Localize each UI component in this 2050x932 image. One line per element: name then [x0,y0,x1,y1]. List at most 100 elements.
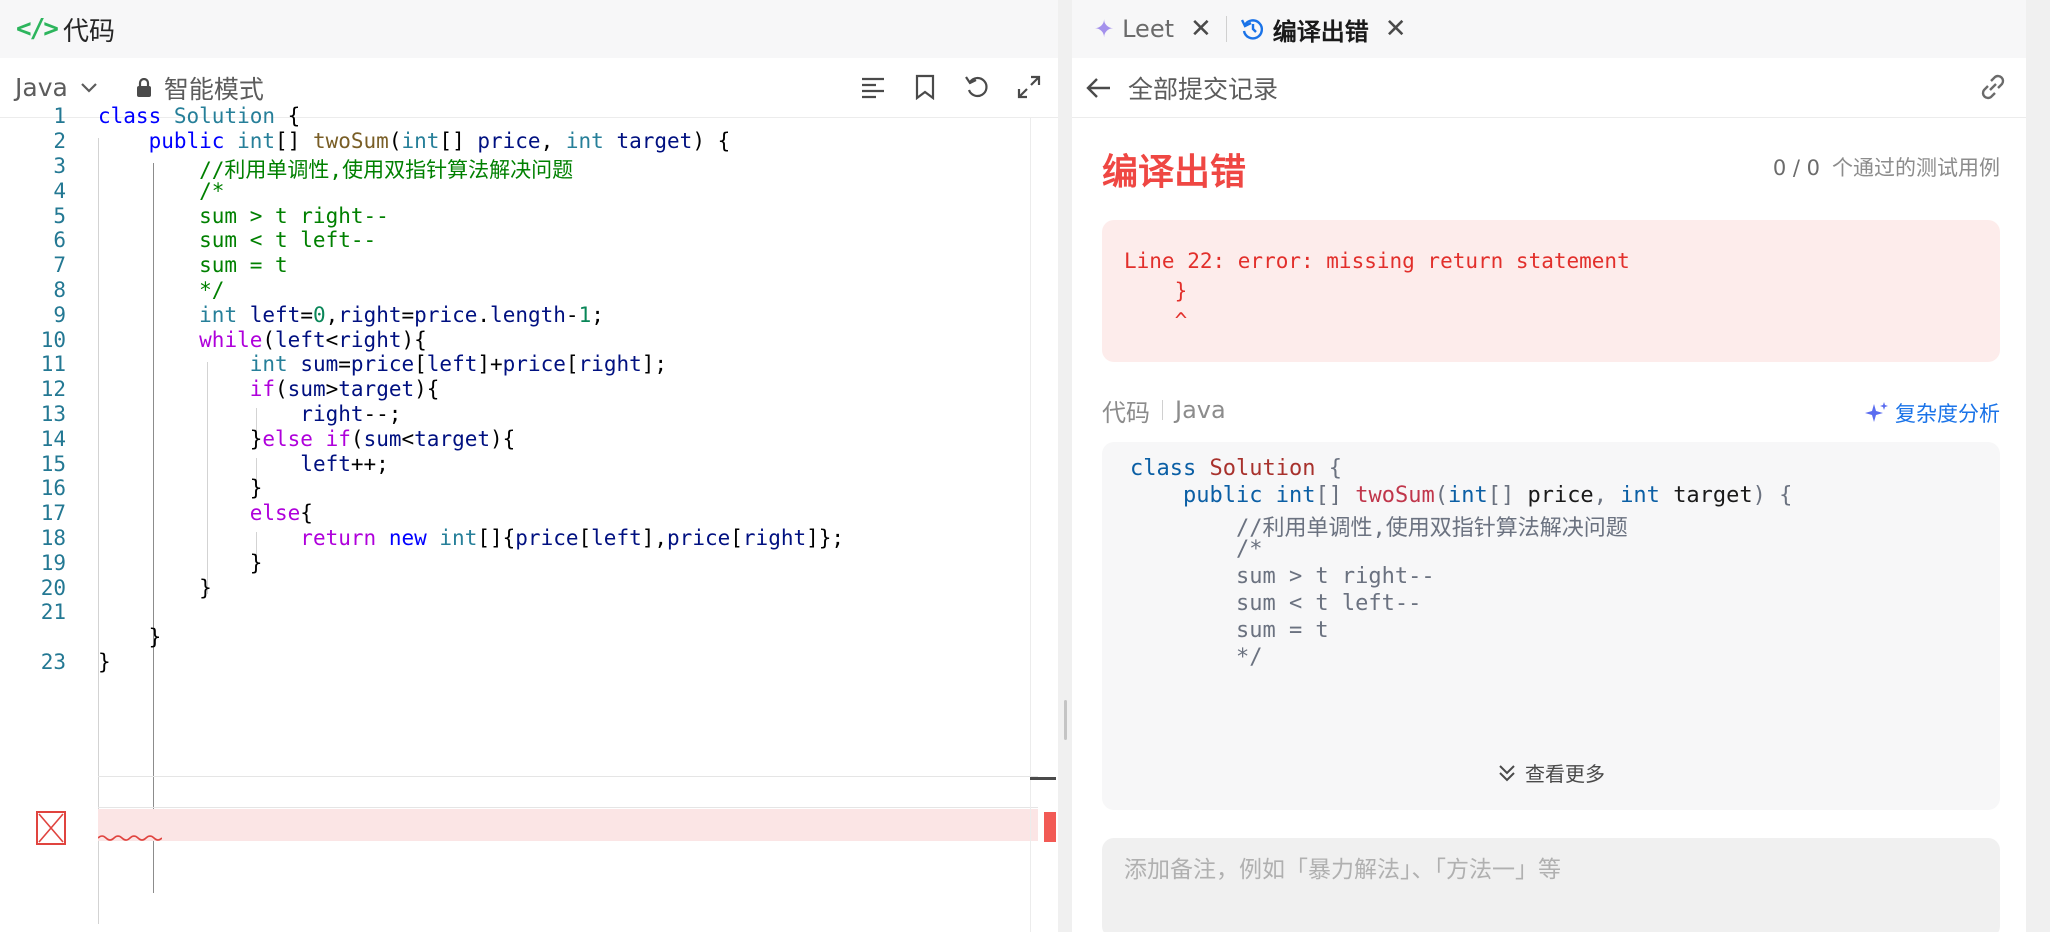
current-line-highlight [98,776,1038,808]
close-icon[interactable]: ✕ [1190,14,1212,44]
tab-bar: ✦ Leet ✕ 编译出错 ✕ [1072,0,2026,58]
tab-leet[interactable]: ✦ Leet ✕ [1094,14,1212,44]
code-line: }else if(sum<target){ [98,427,516,451]
undo-icon [965,76,988,98]
code-line: } [98,476,263,500]
tab-compile-error[interactable]: 编译出错 ✕ [1240,12,1407,47]
smart-mode-label: 智能模式 [163,74,264,104]
code-panel-title: 代码 [62,16,115,47]
format-button[interactable] [858,72,888,102]
line-number: 6 [53,228,66,252]
complexity-analysis-button[interactable]: 复杂度分析 [1865,398,2000,428]
submission-status: 编译出错 [1102,152,1247,193]
line-number: 7 [53,253,66,277]
code-line: sum = t [98,253,288,277]
code-panel: </> 代码 Java 智能模式 1 2 3 4 5 6 7 8 9 10 11… [0,0,1058,932]
code-line: return new int[]{price[left],price[right… [300,526,845,550]
preview-code-line: public int[] twoSum(int[] price, int tar… [1182,483,1793,508]
history-icon [1240,19,1263,40]
code-preview: class Solution { public int[] twoSum(int… [1102,442,2000,810]
sparkle-icon [1865,402,1888,422]
language-label: Java [15,73,68,102]
line-number: 16 [40,476,66,500]
show-more-label: 查看更多 [1525,762,1605,786]
right-gutter [2026,0,2050,932]
code-label: 代码 [1102,398,1150,427]
code-line: /* [98,179,225,203]
fullscreen-button[interactable] [1014,72,1044,102]
line-number: 10 [40,328,66,352]
line-number: 14 [40,427,66,451]
code-line: sum > t right-- [98,204,389,228]
chevrons-down-icon [1499,764,1515,781]
code-line: sum < t left-- [98,228,377,252]
line-number: 18 [40,526,66,550]
code-line: } [98,551,263,575]
code-language-label: Java [1175,396,1226,424]
divider [1162,400,1163,420]
reset-button[interactable] [962,72,992,102]
code-editor[interactable]: 1 2 3 4 5 6 7 8 9 10 11 12 13 14 15 16 1… [0,104,1038,932]
error-message: Line 22: error: missing return statement… [1124,249,1630,333]
line-number: 15 [40,452,66,476]
line-number: 12 [40,377,66,401]
line-number: 9 [53,303,66,327]
complexity-analysis-label: 复杂度分析 [1895,402,2000,426]
test-count-label: 个通过的测试用例 [1832,156,2000,180]
tab-label: Leet [1122,15,1174,43]
note-input[interactable] [1124,856,1978,883]
code-panel-header: </> 代码 [0,0,1058,58]
expand-icon [1017,75,1041,99]
language-select[interactable]: Java [15,73,98,102]
code-line: else{ [249,501,313,525]
line-number: 19 [40,551,66,575]
line-number: 21 [40,600,66,624]
show-more-button[interactable]: 查看更多 [1102,758,2000,787]
line-number: 11 [40,352,66,376]
code-line: } [98,576,212,600]
scrollbar-cursor-marker [1030,777,1056,780]
code-icon: </> [16,14,59,44]
code-line: left++; [300,452,389,476]
error-glyph-icon[interactable] [36,811,66,845]
code-line: public int[] twoSum(int[] price, int tar… [148,129,731,153]
all-submissions-link[interactable]: 全部提交记录 [1128,70,1278,106]
scrollbar-error-marker [1044,812,1056,842]
code-label-row: 代码 Java 复杂度分析 [1102,392,2000,428]
close-icon[interactable]: ✕ [1385,14,1407,44]
note-box [1102,838,2000,932]
code-line: right--; [300,402,402,426]
lock-icon [136,77,151,97]
test-count-value: 0 / 0 [1772,156,1820,180]
link-icon[interactable] [1978,72,2008,102]
line-number: 20 [40,576,66,600]
code-line: } [98,650,111,674]
code-line: } [98,625,162,649]
back-arrow-icon[interactable] [1086,77,1112,99]
error-squiggle [98,835,162,841]
preview-code-line: /* [1130,537,1263,562]
code-line: */ [98,278,225,302]
preview-code-line: class Solution { [1130,456,1342,481]
line-number: 2 [53,129,66,153]
smart-mode-toggle[interactable]: 智能模式 [136,70,264,106]
error-message-box: Line 22: error: missing return statement… [1102,220,2000,362]
preview-code-line: sum = t [1130,618,1329,643]
tab-label: 编译出错 [1272,17,1369,46]
line-number: 17 [40,501,66,525]
line-number: 5 [53,204,66,228]
splitter-grip[interactable] [1064,700,1067,740]
code-line: int sum=price[left]+price[right]; [249,352,668,376]
test-count: 0 / 0 个通过的测试用例 [1773,152,2000,182]
editor-scrollbar[interactable] [1030,118,1058,932]
panel-splitter[interactable] [1058,0,1072,932]
submission-header: 全部提交记录 [1072,58,2026,118]
preview-code-line: sum < t left-- [1130,591,1422,616]
align-left-icon [862,77,884,99]
bookmark-button[interactable] [910,72,940,102]
chevron-down-icon [81,82,97,93]
tab-divider [1225,16,1227,42]
error-line-highlight [98,809,1038,841]
preview-code-line: */ [1130,645,1263,670]
line-number: 1 [53,104,66,128]
